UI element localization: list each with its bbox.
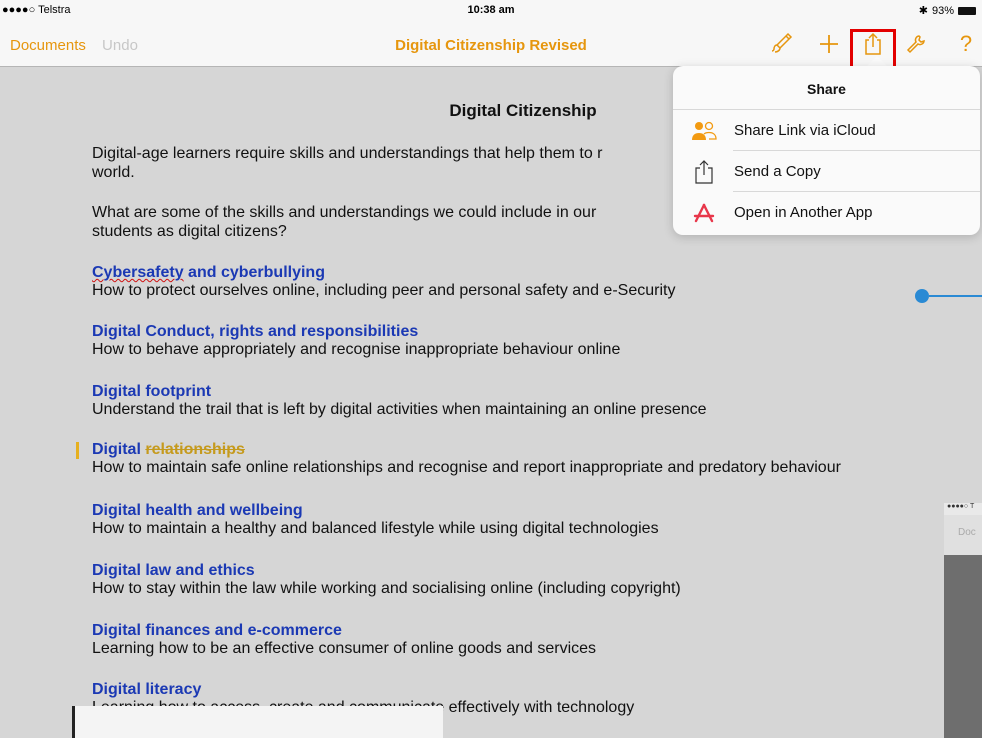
- section-description: How to behave appropriately and recognis…: [92, 341, 621, 358]
- section-cybersafety: Cybersafety and cyberbullying How to pro…: [92, 264, 675, 300]
- section-description: How to maintain a healthy and balanced l…: [92, 520, 659, 537]
- help-icon[interactable]: ?: [950, 28, 982, 60]
- paintbrush-icon[interactable]: [767, 28, 799, 60]
- section-heading: Digital health and wellbeing: [92, 502, 303, 519]
- popover-title: Share: [673, 66, 980, 110]
- comment-connector: [929, 295, 982, 297]
- app-store-icon: [690, 199, 718, 227]
- section-description: How to protect ourselves online, includi…: [92, 282, 676, 299]
- open-in-another-app-item[interactable]: Open in Another App: [673, 192, 980, 233]
- comment-marker[interactable]: [915, 289, 929, 303]
- section-digital-health: Digital health and wellbeing How to main…: [92, 502, 659, 538]
- status-right: ✱ 93%: [919, 4, 976, 17]
- battery-icon: [958, 6, 976, 15]
- section-description: Learning how to be an effective consumer…: [92, 640, 597, 657]
- misspelled-word[interactable]: Cybersafety: [92, 264, 184, 281]
- toolbar: Documents Undo Digital Citizenship Revis…: [0, 20, 982, 67]
- section-heading: Digital literacy: [92, 681, 202, 698]
- bottom-panel-edge: [72, 706, 443, 738]
- section-digital-footprint: Digital footprint Understand the trail t…: [92, 383, 707, 419]
- section-digital-relationships: Digital relationships How to maintain sa…: [92, 441, 841, 477]
- bluetooth-icon: ✱: [918, 5, 928, 17]
- section-heading: Digital finances and e-commerce: [92, 622, 342, 639]
- section-heading: Cybersafety and cyberbullying: [92, 264, 675, 282]
- send-a-copy-item[interactable]: Send a Copy: [673, 151, 980, 192]
- section-heading: Digital relationships: [92, 441, 841, 459]
- battery-percent: 93%: [931, 4, 954, 17]
- intro-2-line-2: students as digital citizens?: [92, 223, 287, 240]
- thumbnail-nav: Doc: [944, 515, 982, 555]
- section-digital-conduct: Digital Conduct, rights and responsibili…: [92, 323, 620, 359]
- heading-text: Digital: [92, 441, 146, 458]
- item-label: Share Link via iCloud: [734, 122, 876, 139]
- section-description: How to stay within the law while working…: [92, 580, 681, 597]
- section-digital-finances: Digital finances and e-commerce Learning…: [92, 622, 596, 658]
- embedded-image-thumbnail[interactable]: ●●●●○ T Doc: [944, 503, 982, 738]
- share-link-icloud-item[interactable]: Share Link via iCloud: [673, 110, 980, 151]
- share-box-icon: [690, 158, 718, 186]
- intro-2-line-1: What are some of the skills and understa…: [92, 204, 597, 221]
- plus-icon[interactable]: [813, 28, 845, 60]
- change-bar-marker: [76, 442, 79, 459]
- item-label: Send a Copy: [734, 163, 821, 180]
- thumbnail-status: ●●●●○ T: [944, 503, 982, 515]
- item-label: Open in Another App: [734, 204, 873, 221]
- section-heading: Digital law and ethics: [92, 562, 255, 579]
- clock: 10:38 am: [467, 4, 515, 16]
- section-description: How to maintain safe online relationship…: [92, 459, 841, 476]
- section-digital-law: Digital law and ethics How to stay withi…: [92, 562, 681, 598]
- intro-1-line-1: Digital-age learners require skills and …: [92, 145, 603, 162]
- intro-1-line-2: world.: [92, 164, 135, 181]
- status-bar: ●●●●○ Telstra 10:38 am ✱ 93%: [0, 0, 982, 20]
- intro-paragraph-2: What are some of the skills and understa…: [92, 203, 596, 241]
- share-popover: Share Share Link via iCloud Send a Copy …: [673, 66, 980, 235]
- section-heading: Digital Conduct, rights and responsibili…: [92, 323, 419, 340]
- section-description: Understand the trail that is left by dig…: [92, 401, 707, 418]
- intro-paragraph-1: Digital-age learners require skills and …: [92, 144, 603, 182]
- tracked-deletion[interactable]: relationships: [145, 441, 245, 458]
- section-heading: Digital footprint: [92, 383, 212, 400]
- wrench-icon[interactable]: [900, 28, 932, 60]
- people-icon: [690, 117, 718, 145]
- heading-rest: and cyberbullying: [183, 264, 325, 281]
